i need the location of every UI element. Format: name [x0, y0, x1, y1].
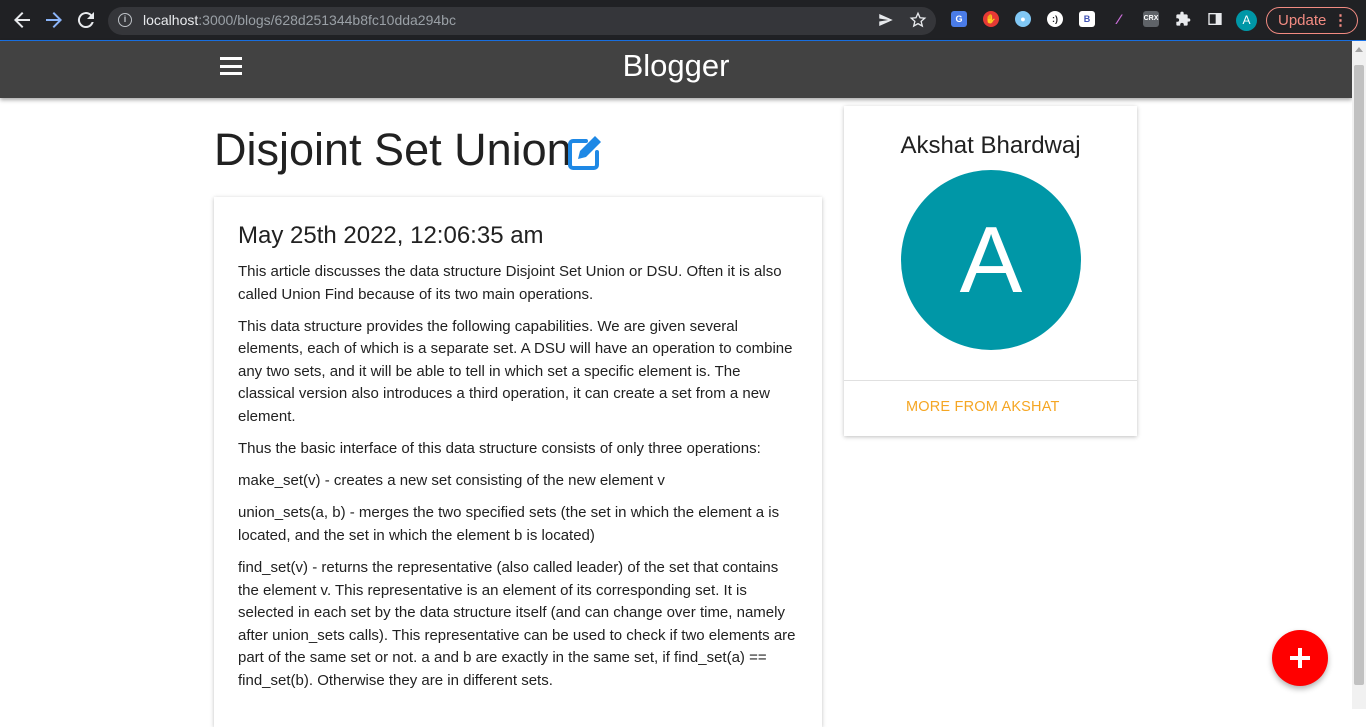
sidepanel-icon[interactable] [1207, 11, 1223, 27]
scrollbar-thumb[interactable] [1354, 65, 1364, 685]
browser-toolbar: i localhost:3000/blogs/628d251344b8fc10d… [0, 0, 1366, 41]
url-host: localhost [143, 12, 199, 28]
post-paragraph: Thus the basic interface of this data st… [238, 440, 761, 458]
app-bar: Blogger [0, 41, 1352, 98]
profile-avatar[interactable]: A [1236, 10, 1257, 31]
back-icon[interactable] [10, 8, 34, 32]
bookmark-star-icon[interactable] [908, 11, 928, 31]
post-paragraph: This article discusses the data structur… [238, 263, 782, 303]
crx-icon[interactable]: CRX [1143, 11, 1159, 27]
post-date: May 25th 2022, 12:06:35 am [238, 222, 544, 249]
post-title: Disjoint Set Union [214, 124, 572, 175]
update-label: Update [1278, 12, 1327, 29]
plus-icon-vertical [1298, 648, 1302, 668]
adblock-icon[interactable]: ✋ [983, 11, 999, 27]
divider [844, 380, 1137, 381]
more-vert-icon: ⋮ [1333, 12, 1348, 29]
post-body: This article discusses the data structur… [238, 261, 800, 702]
send-icon[interactable] [876, 11, 896, 31]
update-button[interactable]: Update ⋮ [1266, 7, 1358, 34]
site-info-icon[interactable]: i [118, 13, 132, 27]
post-paragraph: This data structure provides the followi… [238, 317, 793, 426]
author-card: Akshat Bhardwaj A MORE FROM AKSHAT [844, 106, 1137, 436]
feather-icon[interactable]: ⁄ [1111, 11, 1127, 27]
add-post-button[interactable] [1272, 630, 1328, 686]
page-scrollbar[interactable] [1352, 41, 1366, 709]
google-translate-icon[interactable]: G [951, 11, 967, 27]
scroll-up-icon[interactable] [1355, 47, 1363, 52]
url-text[interactable]: localhost:3000/blogs/628d251344b8fc10dda… [143, 12, 456, 28]
author-avatar: A [901, 170, 1081, 350]
reload-icon[interactable] [74, 8, 98, 32]
url-path: :3000/blogs/628d251344b8fc10dda294bc [198, 12, 456, 28]
face-icon[interactable]: :) [1047, 11, 1063, 27]
forward-icon[interactable] [42, 8, 66, 32]
puzzle-icon[interactable] [1175, 11, 1191, 27]
address-bar[interactable]: i localhost:3000/blogs/628d251344b8fc10d… [108, 7, 936, 35]
edit-icon[interactable] [567, 133, 603, 171]
post-paragraph: union_sets(a, b) - merges the two specif… [238, 504, 780, 544]
owl-icon[interactable]: ● [1015, 11, 1031, 27]
app-title: Blogger [622, 48, 730, 83]
post-card: May 25th 2022, 12:06:35 am This article … [214, 197, 822, 727]
post-paragraph: make_set(v) - creates a new set consisti… [238, 472, 665, 490]
bold-icon[interactable]: B [1079, 11, 1095, 27]
more-from-author-button[interactable]: MORE FROM AKSHAT [906, 399, 1060, 415]
author-name: Akshat Bhardwaj [900, 132, 1081, 159]
post-paragraph: find_set(v) - returns the representative… [238, 559, 796, 689]
